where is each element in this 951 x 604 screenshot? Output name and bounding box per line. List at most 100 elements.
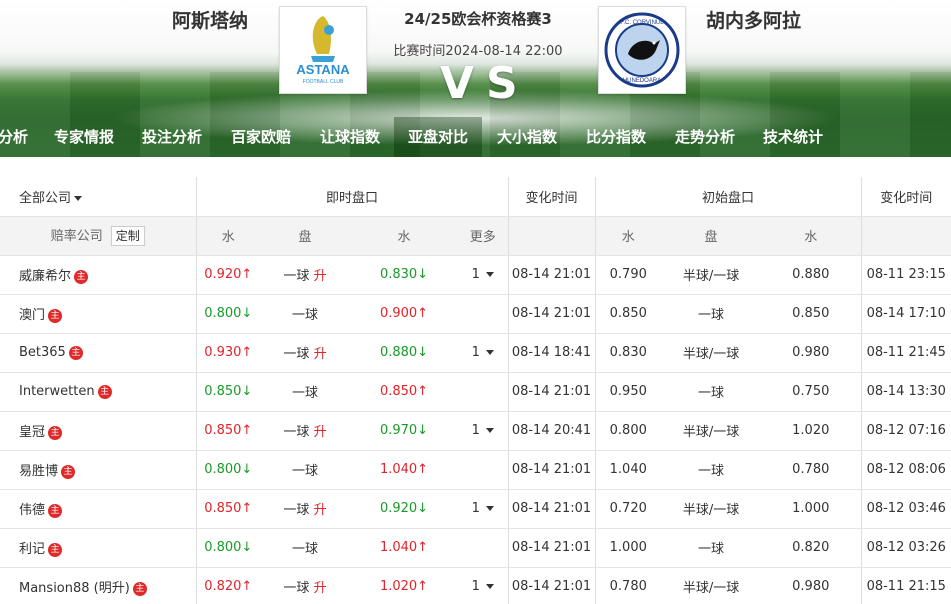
- nav-tab-trend-analysis[interactable]: 走势分析: [667, 117, 743, 157]
- company-cell[interactable]: 威廉希尔主: [0, 255, 197, 295]
- nav-tab-expert-info[interactable]: 专家情报: [46, 117, 122, 157]
- more-count[interactable]: 1: [472, 345, 480, 360]
- nav-tab-asian-handicap[interactable]: 亚盘对比: [394, 117, 482, 157]
- away-team-name[interactable]: 胡内多阿拉: [706, 6, 801, 33]
- table-row[interactable]: 易胜博主 0.800↓ 一球 1.040↑ 08-14 21:01 1.040 一球 0.78…: [0, 450, 951, 490]
- home-team-name[interactable]: 阿斯塔纳: [172, 6, 248, 33]
- table-row[interactable]: Bet365 主 0.930↑ 一球 升 0.880↓ 1 08-14 18:41 0.830…: [0, 333, 951, 373]
- initial-water-away: 0.850: [761, 294, 862, 334]
- live-water-home: 0.850↓: [196, 372, 260, 412]
- initial-water-away: 0.980: [761, 333, 862, 373]
- table-row[interactable]: 伟德主 0.850↑ 一球 升 0.920↓ 1 08-14 21:01 0.720 半球/一…: [0, 489, 951, 529]
- more-cell[interactable]: 1: [458, 333, 509, 373]
- live-water-away: 1.040↑: [350, 450, 458, 490]
- caret-down-icon[interactable]: [485, 584, 494, 589]
- live-handicap: 一球: [260, 450, 350, 490]
- main-badge-icon: 主: [48, 308, 63, 323]
- company-name[interactable]: 利记: [19, 542, 45, 557]
- initial-handicap: 一球: [661, 528, 762, 568]
- company-filter-dropdown[interactable]: 全部公司: [0, 177, 197, 217]
- more-cell[interactable]: 1: [458, 255, 509, 295]
- nav-tab-handicap-index[interactable]: 让球指数: [312, 117, 388, 157]
- live-water-home-header: 水: [196, 216, 260, 256]
- table-row[interactable]: 威廉希尔主 0.920↑ 一球 升 0.830↓ 1 08-14 21:01 0.790 半球…: [0, 255, 951, 295]
- more-count[interactable]: 1: [472, 267, 480, 282]
- initial-handicap: 半球/一球: [661, 489, 762, 529]
- live-water-home: 0.930↑: [196, 333, 260, 373]
- table-row[interactable]: Mansion88 (明升) 主 0.820↑ 一球 升 1.020↑ 1 08-14 21…: [0, 567, 951, 604]
- caret-down-icon[interactable]: [485, 272, 494, 277]
- live-water-home: 0.800↓: [196, 294, 260, 334]
- handicap-value: 一球: [283, 503, 310, 518]
- company-name[interactable]: Mansion88 (明升): [19, 581, 130, 596]
- nav-tab-analysis[interactable]: 分析: [0, 117, 30, 157]
- live-handicap: 一球: [260, 372, 350, 412]
- live-change-time: 08-14 20:41: [508, 411, 596, 451]
- more-count[interactable]: 1: [472, 423, 480, 438]
- nav-tab-score-index[interactable]: 比分指数: [578, 117, 654, 157]
- caret-down-icon[interactable]: [485, 506, 494, 511]
- company-name[interactable]: 伟德: [19, 503, 45, 518]
- handicap-value: 一球: [291, 464, 318, 479]
- company-name[interactable]: 易胜博: [19, 464, 58, 479]
- handicap-value: 一球: [283, 581, 310, 596]
- rise-indicator: 升: [313, 425, 327, 440]
- more-count[interactable]: 1: [472, 501, 480, 516]
- live-change-time: 08-14 21:01: [508, 567, 596, 604]
- table-row[interactable]: Interwetten 主 0.850↓ 一球 0.850↑ 08-14 21:01 0.9…: [0, 372, 951, 412]
- company-cell[interactable]: 伟德主: [0, 489, 197, 529]
- company-name[interactable]: 威廉希尔: [19, 269, 71, 284]
- initial-handicap: 半球/一球: [661, 567, 762, 604]
- live-water-away: 0.880↓: [350, 333, 458, 373]
- live-water-home: 0.920↑: [196, 255, 260, 295]
- live-change-time: 08-14 21:01: [508, 372, 596, 412]
- table-row[interactable]: 皇冠主 0.850↑ 一球 升 0.970↓ 1 08-14 20:41 0.800 半球/一…: [0, 411, 951, 451]
- corvinul-logo-icon: F.C. CORVINUL HUNEDOARA: [604, 12, 680, 88]
- home-team-logo[interactable]: ASTANA FOOTBALL CLUB: [279, 6, 367, 94]
- nav-tab-betting-analysis[interactable]: 投注分析: [134, 117, 210, 157]
- handicap-value: 一球: [283, 425, 310, 440]
- initial-water-away: 0.880: [761, 255, 862, 295]
- more-cell[interactable]: 1: [458, 567, 509, 604]
- company-name[interactable]: 皇冠: [19, 425, 45, 440]
- company-cell[interactable]: 利记主: [0, 528, 197, 568]
- caret-down-icon[interactable]: [485, 350, 494, 355]
- company-name[interactable]: Interwetten: [19, 384, 95, 399]
- company-name[interactable]: 澳门: [19, 308, 45, 323]
- live-water-away: 1.040↑: [350, 528, 458, 568]
- caret-down-icon[interactable]: [485, 428, 494, 433]
- company-cell[interactable]: Interwetten 主: [0, 372, 197, 412]
- live-water-away: 0.850↑: [350, 372, 458, 412]
- more-cell[interactable]: 1: [458, 411, 509, 451]
- customize-button[interactable]: 定制: [110, 226, 145, 246]
- live-water-home: 0.800↓: [196, 450, 260, 490]
- table-row[interactable]: 利记主 0.800↓ 一球 1.040↑ 08-14 21:01 1.000 一球 0.820…: [0, 528, 951, 568]
- company-cell[interactable]: 易胜博主: [0, 450, 197, 490]
- live-water-away: 0.900↑: [350, 294, 458, 334]
- astana-logo-icon: ASTANA FOOTBALL CLUB: [296, 16, 350, 85]
- initial-handicap: 一球: [661, 294, 762, 334]
- initial-water-away: 1.020: [761, 411, 862, 451]
- more-cell[interactable]: 1: [458, 489, 509, 529]
- initial-handicap: 一球: [661, 450, 762, 490]
- main-badge-icon: 主: [48, 425, 63, 440]
- company-cell[interactable]: 澳门主: [0, 294, 197, 334]
- initial-handicap: 半球/一球: [661, 411, 762, 451]
- main-badge-icon: 主: [61, 464, 76, 479]
- nav-tab-tech-stats[interactable]: 技术统计: [755, 117, 831, 157]
- nav-tab-over-under[interactable]: 大小指数: [489, 117, 565, 157]
- live-water-away: 0.970↓: [350, 411, 458, 451]
- live-change-time: 08-14 21:01: [508, 450, 596, 490]
- live-handicap: 一球 升: [260, 489, 350, 529]
- company-cell[interactable]: Mansion88 (明升) 主: [0, 567, 197, 604]
- away-team-logo[interactable]: F.C. CORVINUL HUNEDOARA: [598, 6, 686, 94]
- initial-water-home: 0.850: [595, 294, 662, 334]
- company-name[interactable]: Bet365: [19, 345, 66, 360]
- more-count[interactable]: 1: [472, 579, 480, 594]
- nav-tab-euro-odds[interactable]: 百家欧赔: [223, 117, 299, 157]
- vs-label: VS: [440, 58, 530, 109]
- initial-change-time: 08-11 21:15: [861, 567, 951, 604]
- company-cell[interactable]: Bet365 主: [0, 333, 197, 373]
- table-row[interactable]: 澳门主 0.800↓ 一球 0.900↑ 08-14 21:01 0.850 一球 0.850…: [0, 294, 951, 334]
- company-cell[interactable]: 皇冠主: [0, 411, 197, 451]
